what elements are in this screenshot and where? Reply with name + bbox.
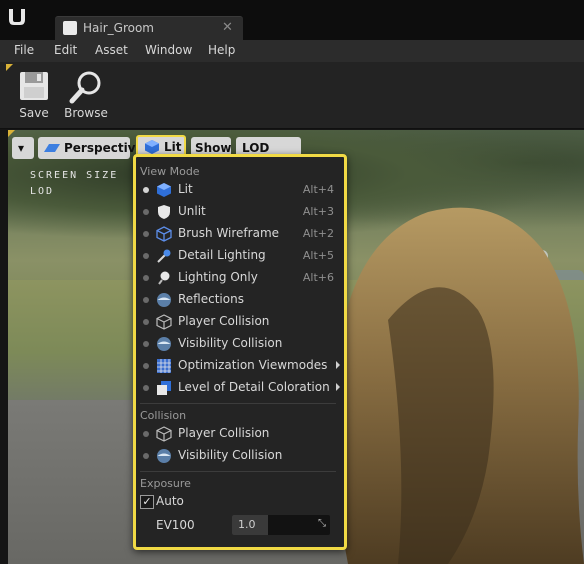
save-label: Save	[19, 106, 49, 120]
submenu-arrow-icon	[336, 361, 340, 369]
section-collision: Collision	[140, 409, 187, 422]
radio-dot-icon	[143, 453, 149, 459]
menu-item-shortcut: Alt+5	[302, 249, 334, 262]
menu-item-optimization-viewmodes[interactable]: Optimization Viewmodes	[136, 355, 344, 377]
radio-dot-icon	[143, 231, 149, 237]
auto-exposure-row[interactable]: ✓ Auto	[136, 491, 344, 513]
selected-indicator-icon	[143, 187, 149, 193]
radio-dot-icon	[143, 431, 149, 437]
menu-item-label: Visibility Collision	[178, 336, 283, 350]
menu-item-label: Level of Detail Coloration	[178, 380, 330, 394]
perspective-button[interactable]: Perspective	[38, 137, 144, 159]
magnifier-icon	[69, 71, 101, 104]
menu-file[interactable]: File	[14, 43, 34, 57]
menu-item-shortcut: Alt+3	[302, 205, 334, 218]
menu-item-visibility-collision[interactable]: Visibility Collision	[136, 333, 344, 355]
save-icon	[20, 72, 48, 100]
viewport-options-button[interactable]: ▾	[12, 137, 34, 159]
menu-item-label: Lit	[178, 182, 193, 196]
lit-cube-icon	[157, 183, 171, 197]
menu-item-shortcut: Alt+6	[302, 271, 334, 284]
radio-dot-icon	[143, 297, 149, 303]
sphere-icon	[157, 293, 171, 307]
menu-item-label: Brush Wireframe	[178, 226, 280, 240]
menu-item-label: Detail Lighting	[178, 248, 266, 262]
radio-dot-icon	[143, 275, 149, 281]
menu-item-lighting-only[interactable]: Lighting Only Alt+6	[136, 267, 344, 289]
submenu-arrow-icon	[336, 383, 340, 391]
menu-item-player-collision[interactable]: Player Collision	[136, 423, 344, 445]
tab-title: Hair_Groom	[83, 21, 154, 35]
menu-edit[interactable]: Edit	[54, 43, 77, 57]
close-icon[interactable]: ✕	[222, 20, 233, 35]
ev100-value: 1.0	[238, 518, 256, 531]
auto-exposure-checkbox[interactable]: ✓	[140, 495, 154, 509]
stat-screen-size: SCREEN SIZE	[30, 170, 119, 181]
menu-help[interactable]: Help	[208, 43, 235, 57]
perspective-plane-icon	[44, 144, 60, 152]
ev100-input[interactable]: 1.0 ⤡	[232, 515, 330, 535]
sphere-icon	[157, 449, 171, 463]
section-view-mode: View Mode	[140, 165, 200, 178]
menu-separator	[140, 403, 336, 404]
menu-item-visibility-collision[interactable]: Visibility Collision	[136, 445, 344, 467]
brush-icon	[157, 249, 171, 263]
menu-item-reflections[interactable]: Reflections	[136, 289, 344, 311]
grid-icon	[157, 359, 171, 373]
radio-dot-icon	[143, 209, 149, 215]
menu-window[interactable]: Window	[145, 43, 192, 57]
menu-item-label: Player Collision	[178, 426, 270, 440]
menu-item-brush-wireframe[interactable]: Brush Wireframe Alt+2	[136, 223, 344, 245]
auto-exposure-label: Auto	[156, 494, 184, 508]
menu-asset[interactable]: Asset	[95, 43, 128, 57]
stat-lod: LOD	[30, 186, 55, 197]
radio-dot-icon	[143, 341, 149, 347]
radio-dot-icon	[143, 385, 149, 391]
ev100-row: EV100 1.0 ⤡	[136, 515, 344, 537]
hair-groom-mesh	[333, 207, 584, 564]
menu-item-shortcut: Alt+2	[302, 227, 334, 240]
section-exposure: Exposure	[140, 477, 191, 490]
toolbar: Save Browse	[0, 62, 584, 129]
lit-cube-icon	[145, 140, 159, 154]
view-mode-menu: View Mode Lit Alt+4 Unlit Alt+3 Brush Wi…	[133, 154, 347, 550]
asset-tab[interactable]: Hair_Groom ✕	[55, 16, 243, 41]
save-button[interactable]: Save	[6, 66, 62, 124]
menu-item-label: Reflections	[178, 292, 244, 306]
resize-grip-icon: ⤡	[318, 518, 326, 529]
radio-dot-icon	[143, 363, 149, 369]
menu-item-player-collision[interactable]: Player Collision	[136, 311, 344, 333]
menu-item-label: Optimization Viewmodes	[178, 358, 328, 372]
viewport-grip-icon	[8, 130, 15, 137]
menu-item-detail-lighting[interactable]: Detail Lighting Alt+5	[136, 245, 344, 267]
menu-item-shortcut: Alt+4	[302, 183, 334, 196]
menu-item-label: Unlit	[178, 204, 206, 218]
collision-cube-icon	[156, 426, 172, 442]
menu-item-label: Player Collision	[178, 314, 270, 328]
menu-item-unlit[interactable]: Unlit Alt+3	[136, 201, 344, 223]
menu-item-lit[interactable]: Lit Alt+4	[136, 179, 344, 201]
collision-cube-icon	[156, 314, 172, 330]
browse-label: Browse	[64, 106, 108, 120]
menu-separator	[140, 471, 336, 472]
wireframe-cube-icon	[156, 226, 172, 242]
unlit-shield-icon	[158, 205, 170, 219]
lod-icon	[157, 381, 171, 395]
browse-button[interactable]: Browse	[58, 66, 114, 124]
menu-bar: File Edit Asset Window Help	[0, 40, 584, 62]
unreal-logo-icon	[9, 9, 25, 25]
menu-item-label: Visibility Collision	[178, 448, 283, 462]
bulb-icon	[158, 271, 170, 285]
menu-item-lod-coloration[interactable]: Level of Detail Coloration	[136, 377, 344, 399]
title-bar: Hair_Groom ✕	[0, 0, 584, 41]
ev100-label: EV100	[156, 518, 195, 532]
perspective-label: Perspective	[64, 141, 144, 155]
chevron-down-icon: ▾	[18, 141, 25, 155]
groom-asset-icon	[63, 21, 77, 35]
radio-dot-icon	[143, 319, 149, 325]
sphere-icon	[157, 337, 171, 351]
menu-item-label: Lighting Only	[178, 270, 258, 284]
radio-dot-icon	[143, 253, 149, 259]
